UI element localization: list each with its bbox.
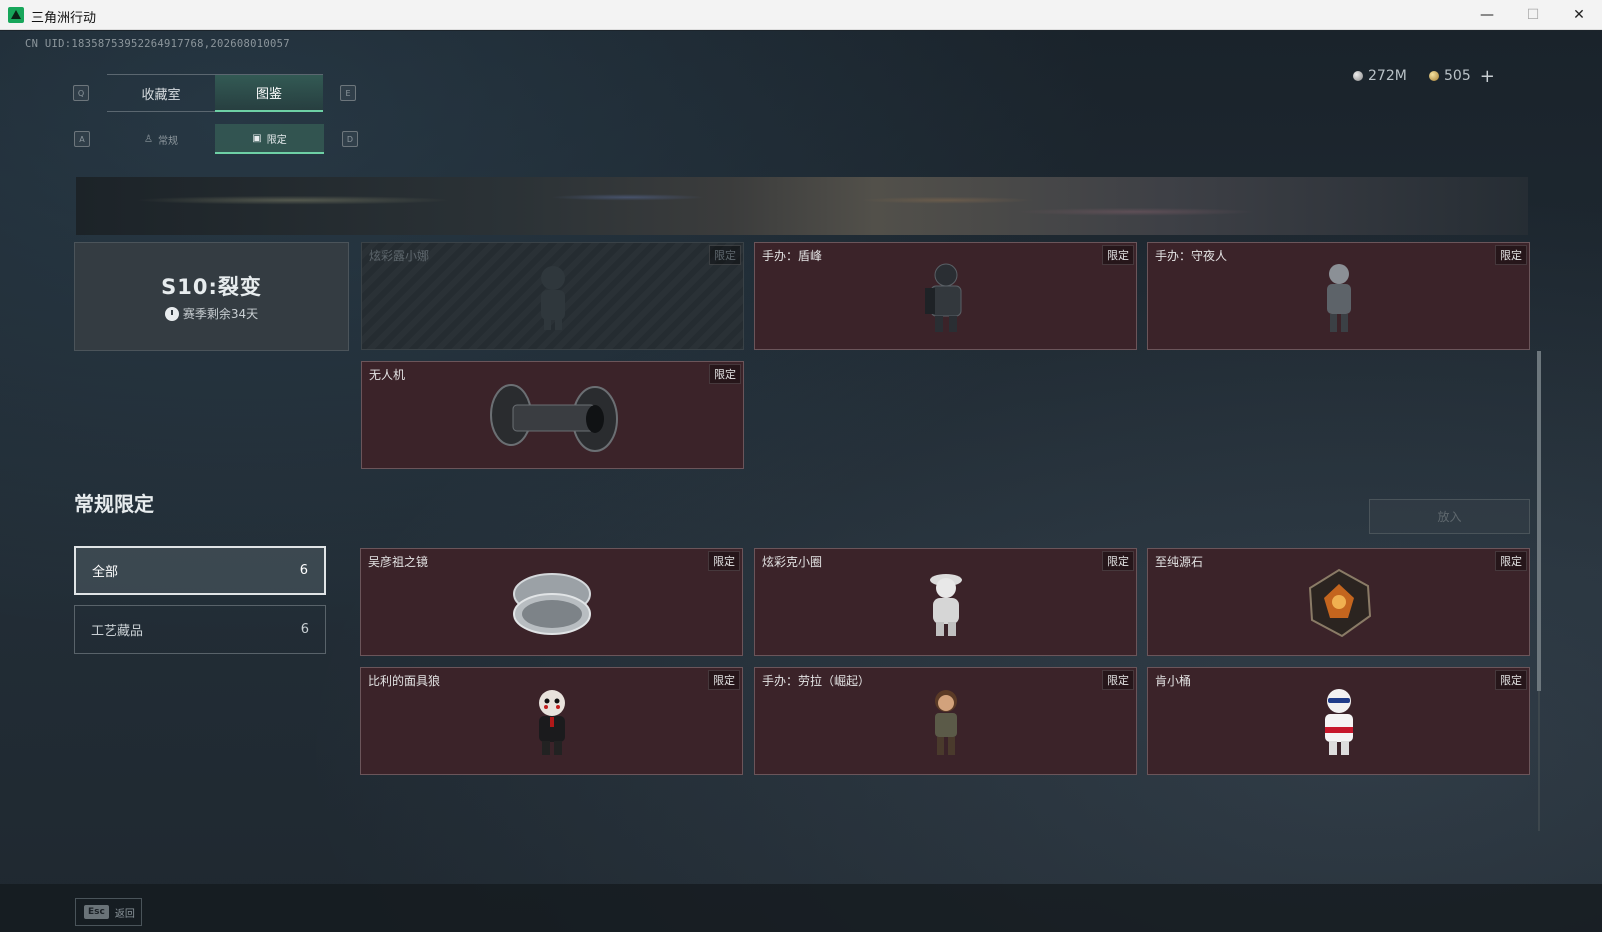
figure-icon	[929, 574, 962, 636]
tab-collection-room[interactable]: 收藏室	[107, 74, 215, 112]
section-title: 常规限定	[74, 492, 154, 516]
limited-badge: 限定	[708, 551, 740, 571]
limited-badge: 限定	[1495, 245, 1527, 265]
lara-figure-icon	[934, 690, 957, 755]
collection-item[interactable]: 无人机 限定	[361, 361, 744, 469]
collection-item-locked[interactable]: 炫彩露小娜 限定	[361, 242, 744, 350]
item-name: 炫彩克小圈	[762, 555, 823, 569]
limited-badge: 限定	[709, 245, 741, 265]
season-remaining-text: 赛季剩余34天	[182, 307, 259, 321]
user-uid: CN UID:18358753952264917768,202608010057	[25, 38, 290, 50]
next-subtab-key-hint: D	[342, 131, 358, 147]
limited-badge: 限定	[1495, 551, 1527, 571]
figure-icon: ♙	[144, 133, 153, 145]
collection-item[interactable]: 肯小桶 限定	[1147, 667, 1530, 775]
collection-item[interactable]: 手办：劳拉（崛起） 限定	[754, 667, 1137, 775]
bottom-bar: Esc 返回	[0, 884, 1602, 932]
next-tab-key-hint: E	[340, 85, 356, 101]
back-label: 返回	[114, 908, 135, 920]
filter-count: 6	[299, 563, 308, 578]
silver-coin-icon	[1353, 71, 1363, 81]
figure-silhouette-icon	[540, 266, 565, 330]
gold-coin-icon	[1429, 71, 1439, 81]
item-name: 手办：劳拉（崛起）	[762, 674, 871, 688]
close-button[interactable]: ✕	[1556, 0, 1602, 30]
filter-count: 6	[300, 622, 309, 637]
subtab-regular[interactable]: ♙ 常规	[107, 124, 215, 154]
subtab-limited[interactable]: ▣ 限定	[215, 124, 324, 154]
limited-badge: 限定	[1102, 670, 1134, 690]
game-viewport: CN UID:18358753952264917768,202608010057…	[0, 31, 1602, 932]
collection-item[interactable]: 炫彩克小圈 限定	[754, 548, 1137, 656]
mirror-icon	[512, 573, 591, 635]
night-watch-figure-icon	[1326, 264, 1351, 332]
prev-tab-key-hint: Q	[73, 85, 89, 101]
filter-label: 全部	[92, 565, 119, 580]
gold-currency: 505 +	[1429, 66, 1495, 87]
subtab-limited-label: 限定	[266, 134, 287, 146]
item-name: 炫彩露小娜	[369, 249, 430, 263]
prev-subtab-key-hint: A	[74, 131, 90, 147]
image-icon: ▣	[252, 132, 262, 144]
crystal-stone-icon	[1308, 568, 1371, 638]
tab-catalog[interactable]: 图鉴	[215, 74, 323, 112]
season-banner-image	[76, 177, 1528, 235]
clock-icon	[164, 306, 179, 321]
limited-badge: 限定	[709, 364, 741, 384]
silver-amount: 272M	[1368, 68, 1407, 84]
shield-figure-icon	[924, 263, 961, 332]
back-button[interactable]: Esc 返回	[75, 898, 142, 926]
item-name: 至纯源石	[1155, 555, 1204, 569]
filter-label: 工艺藏品	[91, 624, 144, 639]
filter-all[interactable]: 全部 6	[74, 546, 326, 595]
drone-icon	[489, 384, 618, 452]
limited-badge: 限定	[1495, 670, 1527, 690]
maximize-button[interactable]: ☐	[1510, 0, 1556, 30]
limited-badge: 限定	[708, 670, 740, 690]
item-name: 无人机	[369, 368, 406, 382]
collection-item[interactable]: 至纯源石 限定	[1147, 548, 1530, 656]
collection-item[interactable]: 手办：守夜人 限定	[1147, 242, 1530, 350]
subtab-regular-label: 常规	[157, 135, 178, 147]
puppet-figure-icon	[538, 690, 565, 755]
collection-item[interactable]: 吴彦祖之镜 限定	[360, 548, 743, 656]
silver-currency: 272M	[1353, 66, 1407, 86]
collection-item[interactable]: 比利的面具狼 限定	[360, 667, 743, 775]
item-name: 吴彦祖之镜	[368, 555, 429, 569]
limited-badge: 限定	[1102, 551, 1134, 571]
put-in-button[interactable]: 放入	[1369, 499, 1530, 534]
item-name: 比利的面具狼	[368, 674, 441, 688]
limited-badge: 限定	[1102, 245, 1134, 265]
season-card: S10:裂变 赛季剩余34天	[74, 242, 349, 351]
gold-amount: 505	[1444, 68, 1471, 84]
season-title: S10:裂变	[161, 275, 262, 299]
window-title: 三角洲行动	[31, 11, 97, 26]
app-logo-icon	[8, 7, 24, 23]
esc-key-hint: Esc	[84, 905, 109, 919]
add-currency-button[interactable]: +	[1480, 66, 1495, 87]
minimize-button[interactable]: —	[1464, 0, 1510, 30]
item-name: 手办：守夜人	[1155, 249, 1228, 263]
scrollbar-thumb[interactable]	[1537, 351, 1541, 691]
colonel-figure-icon	[1324, 689, 1353, 755]
window-titlebar: 三角洲行动 — ☐ ✕	[0, 0, 1602, 30]
season-remaining: 赛季剩余34天	[164, 305, 259, 322]
item-name: 手办：盾峰	[762, 249, 823, 263]
item-name: 肯小桶	[1155, 674, 1192, 688]
filter-crafts[interactable]: 工艺藏品 6	[74, 605, 326, 654]
collection-item[interactable]: 手办：盾峰 限定	[754, 242, 1137, 350]
